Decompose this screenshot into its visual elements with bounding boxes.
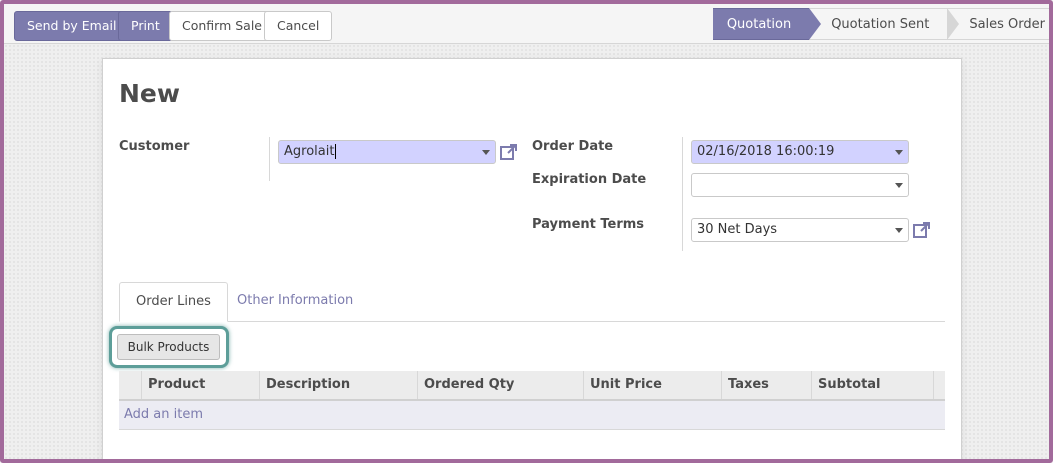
payment-terms-value: 30 Net Days [697, 222, 778, 237]
column-header-ordered-qty[interactable]: Ordered Qty [417, 371, 583, 399]
chevron-down-icon[interactable] [895, 183, 903, 188]
divider [269, 137, 270, 181]
send-by-email-button[interactable]: Send by Email [14, 11, 130, 41]
column-header-subtotal[interactable]: Subtotal [811, 371, 933, 399]
confirm-sale-button[interactable]: Confirm Sale [169, 11, 275, 41]
highlight-ring: Bulk Products [109, 326, 229, 368]
order-date-value: 02/16/2018 16:00:19 [697, 144, 835, 159]
customer-label: Customer [119, 139, 190, 154]
customer-field[interactable]: Agrolait [278, 140, 496, 164]
add-an-item-link[interactable]: Add an item [124, 401, 203, 429]
page-title: New [119, 79, 180, 108]
app-window: Send by Email Print Confirm Sale Cancel … [0, 0, 1053, 463]
payment-terms-field[interactable]: 30 Net Days [691, 218, 909, 242]
tab-order-lines[interactable]: Order Lines [119, 282, 228, 322]
column-header-product[interactable]: Product [141, 371, 259, 399]
stage-quotation-sent[interactable]: Quotation Sent [809, 8, 960, 40]
stage-sales-order[interactable]: Sales Order [947, 8, 1049, 40]
external-link-icon[interactable] [499, 142, 519, 162]
control-panel: Send by Email Print Confirm Sale Cancel … [4, 4, 1049, 44]
order-lines-header: Product Description Ordered Qty Unit Pri… [119, 371, 945, 401]
order-date-label: Order Date [532, 139, 614, 154]
tab-divider [119, 321, 945, 322]
external-link-icon[interactable] [912, 220, 932, 240]
cancel-button[interactable]: Cancel [264, 11, 333, 41]
form-sheet: New Customer Agrolait Order Date Expirat… [102, 58, 962, 459]
tab-other-information[interactable]: Other Information [221, 282, 369, 322]
chevron-down-icon[interactable] [482, 150, 490, 155]
divider [682, 137, 683, 251]
column-header-taxes[interactable]: Taxes [721, 371, 811, 399]
column-header-unit-price[interactable]: Unit Price [583, 371, 721, 399]
print-button[interactable]: Print [118, 11, 173, 41]
add-item-row: Add an item [119, 401, 945, 430]
expiration-date-field[interactable] [691, 173, 909, 197]
payment-terms-label: Payment Terms [532, 217, 645, 232]
customer-value: Agrolait [284, 144, 335, 159]
chevron-down-icon[interactable] [895, 150, 903, 155]
chevron-down-icon[interactable] [895, 228, 903, 233]
bulk-products-button[interactable]: Bulk Products [117, 334, 220, 360]
expiration-date-label: Expiration Date [532, 172, 647, 187]
order-date-field[interactable]: 02/16/2018 16:00:19 [691, 140, 909, 164]
column-header-trash [933, 371, 945, 399]
stage-quotation[interactable]: Quotation [712, 8, 822, 40]
column-header-description[interactable]: Description [259, 371, 417, 399]
status-bar: Quotation Quotation Sent Sales Order [712, 8, 1049, 40]
